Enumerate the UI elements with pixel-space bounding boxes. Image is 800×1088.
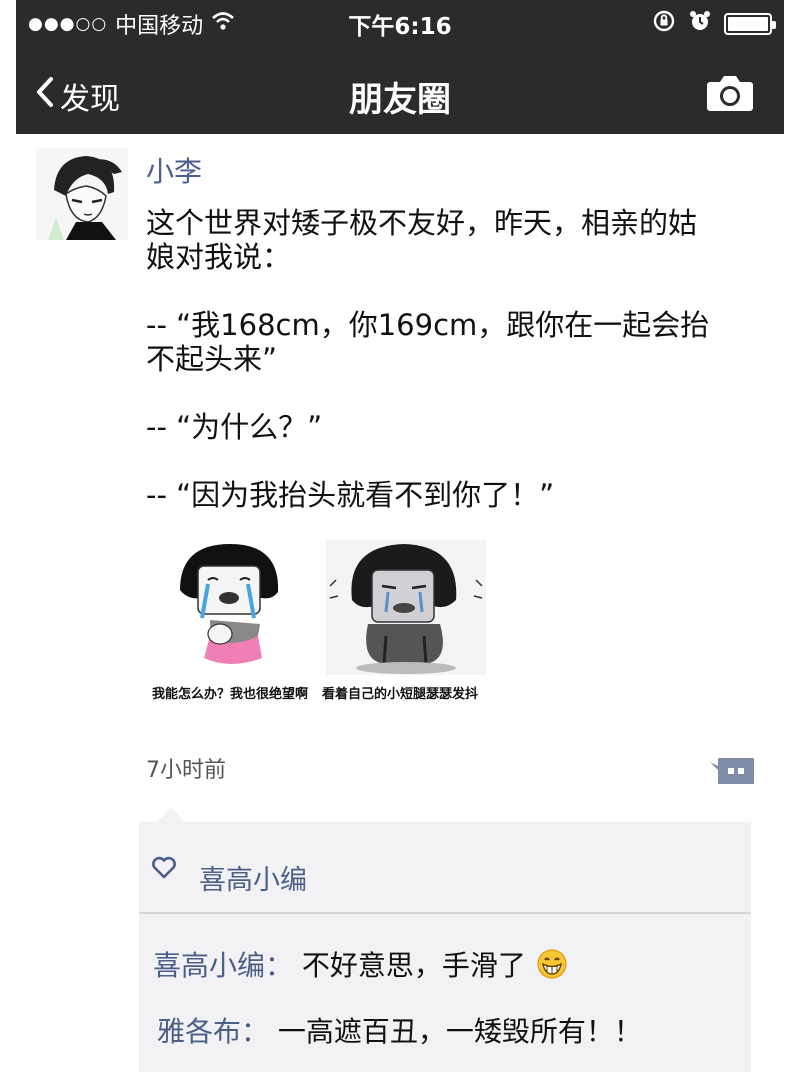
camera-button[interactable]: [706, 74, 754, 116]
comment-item[interactable]: 雅各布： 一高遮百丑，一矮毁所有！！: [157, 1010, 642, 1050]
meme-image-crying[interactable]: [150, 540, 310, 675]
post-timestamp: 7小时前: [146, 758, 226, 783]
comment-button[interactable]: [710, 758, 754, 784]
meme-caption: 我能怎么办？我也很绝望啊: [152, 687, 309, 702]
navigation-bar: 发现 朋友圈: [16, 52, 784, 134]
post-author[interactable]: 小李: [146, 150, 202, 190]
meme-caption: 看着自己的小短腿瑟瑟发抖: [322, 687, 479, 702]
alarm-icon: [688, 9, 712, 39]
panel-pointer: [156, 808, 186, 823]
top-bar: ●●●○○ 中国移动 下午6:16 发现 朋友圈: [16, 0, 784, 134]
camera-icon: [707, 76, 753, 111]
comment-author[interactable]: 雅各布：: [157, 1015, 269, 1048]
comment-text: 一高遮百丑，一矮毁所有！！: [277, 1015, 642, 1048]
heart-icon: [151, 856, 177, 884]
battery-icon: [724, 13, 776, 35]
status-right: [652, 9, 776, 39]
comment-text: 不好意思，手滑了: [301, 949, 526, 982]
comment-bubble-icon: [710, 758, 754, 784]
lock-rotation-icon: [652, 9, 676, 39]
comment-item[interactable]: 喜高小编： 不好意思，手滑了: [153, 944, 567, 986]
likes-row: 喜高小编: [139, 822, 751, 914]
page-title: 朋友圈: [349, 80, 451, 120]
likes-comments-panel: 喜高小编 喜高小编： 不好意思，手滑了 雅各布： 一高遮百丑，一矮毁所有！！: [139, 822, 751, 1072]
meme-image-shaking[interactable]: [326, 540, 486, 675]
status-bar: ●●●○○ 中国移动 下午6:16: [16, 0, 784, 42]
comment-author[interactable]: 喜高小编：: [153, 949, 293, 982]
liker-name[interactable]: 喜高小编: [199, 858, 307, 897]
post-text: 这个世界对矮子极不友好，昨天，相亲的姑 娘对我说： -- “我168cm，你16…: [146, 206, 710, 512]
post-images[interactable]: 我能怎么办？我也很绝望啊 看着自己的小短腿瑟瑟发抖: [150, 540, 490, 702]
avatar[interactable]: [36, 148, 128, 240]
grin-emoji-icon: [537, 949, 567, 986]
